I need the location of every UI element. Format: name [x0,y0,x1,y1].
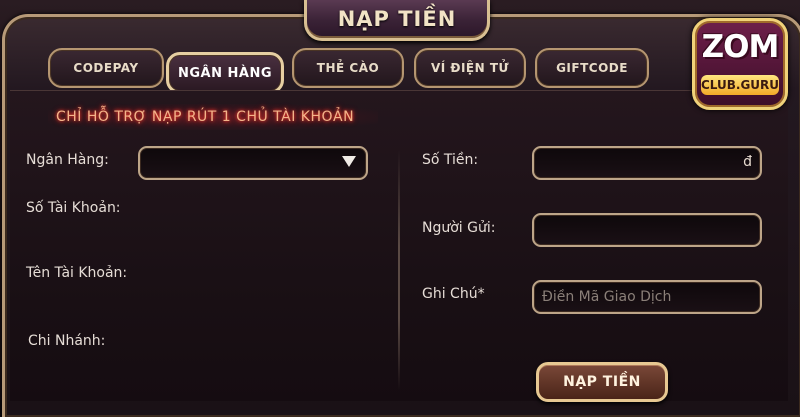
tab-label: THẺ CÀO [316,61,380,75]
column-divider [398,150,400,390]
title-plaque: NẠP TIỀN [304,0,490,41]
submit-button-label: NẠP TIỀN [563,374,641,390]
amount-field[interactable]: đ [532,146,762,180]
chevron-down-icon[interactable] [342,156,356,167]
sender-field[interactable] [532,213,762,247]
tab-label: GIFTCODE [556,61,628,75]
deposit-dialog: NẠP TIỀN CODEPAY NGÂN HÀNG THẺ CÀO VÍ ĐI… [0,0,800,417]
logo-line2: CLUB.GURU [701,75,779,95]
currency-symbol: đ [743,154,752,170]
notice-text: CHỈ HỖ TRỢ NẠP RÚT 1 CHỦ TÀI KHOẢN [56,109,355,125]
tab-label: NGÂN HÀNG [177,65,272,81]
bank-select-value[interactable] [148,148,358,178]
deposit-submit-button[interactable]: NẠP TIỀN [536,362,668,402]
tab-codepay[interactable]: CODEPAY [48,48,164,88]
sender-input[interactable] [542,215,752,245]
site-logo: ZOM CLUB.GURU [692,18,788,110]
branch-label: Chi Nhánh: [28,333,106,349]
logo-line1: ZOM [701,29,780,65]
amount-label: Số Tiền: [422,152,479,168]
tab-giftcode[interactable]: GIFTCODE [535,48,649,88]
bank-label: Ngân Hàng: [26,152,109,168]
account-name-label: Tên Tài Khoản: [26,265,128,281]
notice-banner: CHỈ HỖ TRỢ NẠP RÚT 1 CHỦ TÀI KHOẢN [48,104,378,130]
tab-scratch-card[interactable]: THẺ CÀO [292,48,404,88]
dialog-title: NẠP TIỀN [337,7,457,31]
tab-label: CODEPAY [73,61,139,75]
amount-input[interactable] [542,148,738,178]
bank-select[interactable] [138,146,368,180]
sender-label: Người Gửi: [422,220,496,236]
tab-label: VÍ ĐIỆN TỬ [430,61,510,75]
transaction-code-input[interactable] [542,282,752,312]
tab-e-wallet[interactable]: VÍ ĐIỆN TỬ [414,48,526,88]
note-label: Ghi Chú* [422,286,485,302]
account-number-label: Số Tài Khoản: [26,200,121,216]
tab-bank[interactable]: NGÂN HÀNG [166,52,284,94]
note-field[interactable] [532,280,762,314]
